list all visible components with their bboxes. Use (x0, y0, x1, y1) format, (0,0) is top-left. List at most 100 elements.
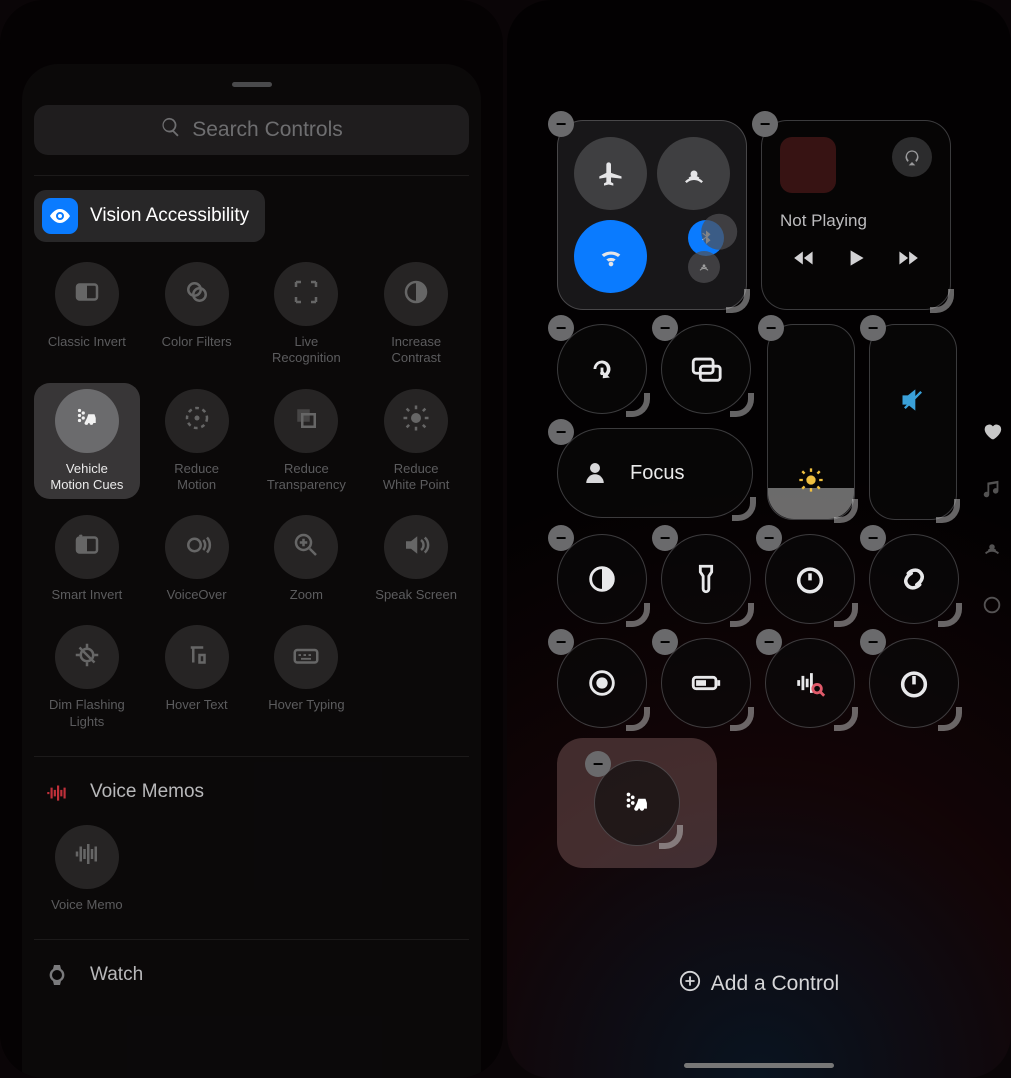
timer-button[interactable]: − (765, 534, 855, 624)
media-tile[interactable]: − Not Playing (761, 120, 951, 310)
resize-handle[interactable] (730, 707, 754, 731)
sheet-grabber[interactable] (232, 82, 272, 87)
dark-mode-button[interactable]: − (557, 534, 647, 624)
resize-handle[interactable] (626, 603, 650, 627)
flashlight-button[interactable]: − (661, 534, 751, 624)
resize-handle[interactable] (834, 499, 858, 523)
remove-button[interactable]: − (548, 525, 574, 551)
control-label: Speak Screen (365, 587, 467, 603)
resize-handle[interactable] (834, 603, 858, 627)
cellular-button[interactable] (701, 213, 737, 249)
control-zoom[interactable]: Zoom (254, 509, 360, 609)
control-live-recognition[interactable]: LiveRecognition (254, 256, 360, 373)
airdrop-button[interactable] (657, 137, 730, 210)
volume-slider[interactable]: − (869, 324, 957, 520)
airplay-icon[interactable] (892, 137, 932, 177)
resize-handle[interactable] (834, 707, 858, 731)
control-increase-contrast[interactable]: IncreaseContrast (363, 256, 469, 373)
low-power-button[interactable]: − (661, 638, 751, 728)
remove-button[interactable]: − (548, 111, 574, 137)
airplane-button[interactable] (574, 137, 647, 210)
control-label: Color Filters (146, 334, 248, 350)
control-speak-screen[interactable]: Speak Screen (363, 509, 469, 609)
stopwatch-button[interactable]: − (869, 638, 959, 728)
remove-button[interactable]: − (548, 419, 574, 445)
remove-button[interactable]: − (756, 629, 782, 655)
resize-handle[interactable] (930, 289, 954, 313)
live-recognition-icon (291, 277, 321, 312)
control-label: Hover Typing (256, 697, 358, 713)
add-control-button[interactable]: Add a Control (557, 970, 961, 998)
section-header-vision[interactable]: Vision Accessibility (34, 190, 265, 242)
divider (34, 175, 469, 176)
remove-button[interactable]: − (756, 525, 782, 551)
remove-button[interactable]: − (585, 751, 611, 777)
remove-button[interactable]: − (652, 629, 678, 655)
rewind-icon[interactable] (792, 245, 818, 276)
connectivity-icon[interactable] (981, 536, 1003, 558)
control-voice-memo[interactable]: Voice Memo (34, 819, 140, 919)
forward-icon[interactable] (894, 245, 920, 276)
section-header-voice-memos[interactable]: Voice Memos (34, 771, 469, 813)
increase-contrast-icon (401, 277, 431, 312)
home-indicator[interactable] (684, 1063, 834, 1068)
control-color-filters[interactable]: Color Filters (144, 256, 250, 373)
heart-icon[interactable] (981, 420, 1003, 442)
resize-handle[interactable] (626, 707, 650, 731)
right-screenshot: − − Not (507, 0, 1011, 1078)
control-hover-text[interactable]: Hover Text (144, 619, 250, 736)
control-classic-invert[interactable]: Classic Invert (34, 256, 140, 373)
brightness-slider[interactable]: − (767, 324, 855, 520)
play-icon[interactable] (843, 245, 869, 276)
music-icon[interactable] (981, 478, 1003, 500)
orientation-lock-button[interactable]: − (557, 324, 647, 414)
vehicle-motion-cues-added[interactable]: − (557, 738, 717, 868)
remove-button[interactable]: − (752, 111, 778, 137)
bluetooth-cell-group (657, 220, 730, 293)
remove-button[interactable]: − (548, 315, 574, 341)
remove-button[interactable]: − (860, 629, 886, 655)
control-vehicle-motion-cues[interactable]: VehicleMotion Cues (34, 383, 140, 500)
remove-button[interactable]: − (860, 525, 886, 551)
control-label: ReduceWhite Point (365, 461, 467, 494)
wifi-button[interactable] (574, 220, 647, 293)
section-header-watch[interactable]: Watch (34, 954, 469, 996)
remove-button[interactable]: − (548, 629, 574, 655)
eye-icon (42, 198, 78, 234)
connectivity-tile[interactable]: − (557, 120, 747, 310)
control-label: Classic Invert (36, 334, 138, 350)
classic-invert-icon (72, 277, 102, 312)
screen-mirroring-button[interactable]: − (661, 324, 751, 414)
shazam-button[interactable]: − (869, 534, 959, 624)
resize-handle[interactable] (659, 825, 683, 849)
resize-handle[interactable] (732, 497, 756, 521)
resize-handle[interactable] (936, 499, 960, 523)
control-voiceover[interactable]: VoiceOver (144, 509, 250, 609)
remove-button[interactable]: − (652, 525, 678, 551)
screen-record-button[interactable]: − (557, 638, 647, 728)
control-reduce-white-point[interactable]: ReduceWhite Point (363, 383, 469, 500)
reduce-motion-icon (182, 403, 212, 438)
control-smart-invert[interactable]: Smart Invert (34, 509, 140, 609)
remove-button[interactable]: − (758, 315, 784, 341)
remove-button[interactable]: − (652, 315, 678, 341)
remove-button[interactable]: − (860, 315, 886, 341)
resize-handle[interactable] (938, 707, 962, 731)
control-reduce-motion[interactable]: ReduceMotion (144, 383, 250, 500)
resize-handle[interactable] (730, 393, 754, 417)
resize-handle[interactable] (626, 393, 650, 417)
voice-memos-label: Voice Memos (90, 781, 204, 803)
control-dim-flashing-lights[interactable]: Dim FlashingLights (34, 619, 140, 736)
search-input[interactable]: Search Controls (34, 105, 469, 155)
control-reduce-transparency[interactable]: ReduceTransparency (254, 383, 360, 500)
resize-handle[interactable] (938, 603, 962, 627)
home-icon[interactable] (981, 594, 1003, 616)
vehicle-motion-cues-button[interactable]: − (594, 760, 680, 846)
control-label: LiveRecognition (256, 334, 358, 367)
resize-handle[interactable] (726, 289, 750, 313)
focus-button[interactable]: − Focus (557, 428, 753, 518)
resize-handle[interactable] (730, 603, 754, 627)
hotspot-button[interactable] (688, 251, 720, 283)
sound-recognition-button[interactable]: − (765, 638, 855, 728)
control-hover-typing[interactable]: Hover Typing (254, 619, 360, 736)
